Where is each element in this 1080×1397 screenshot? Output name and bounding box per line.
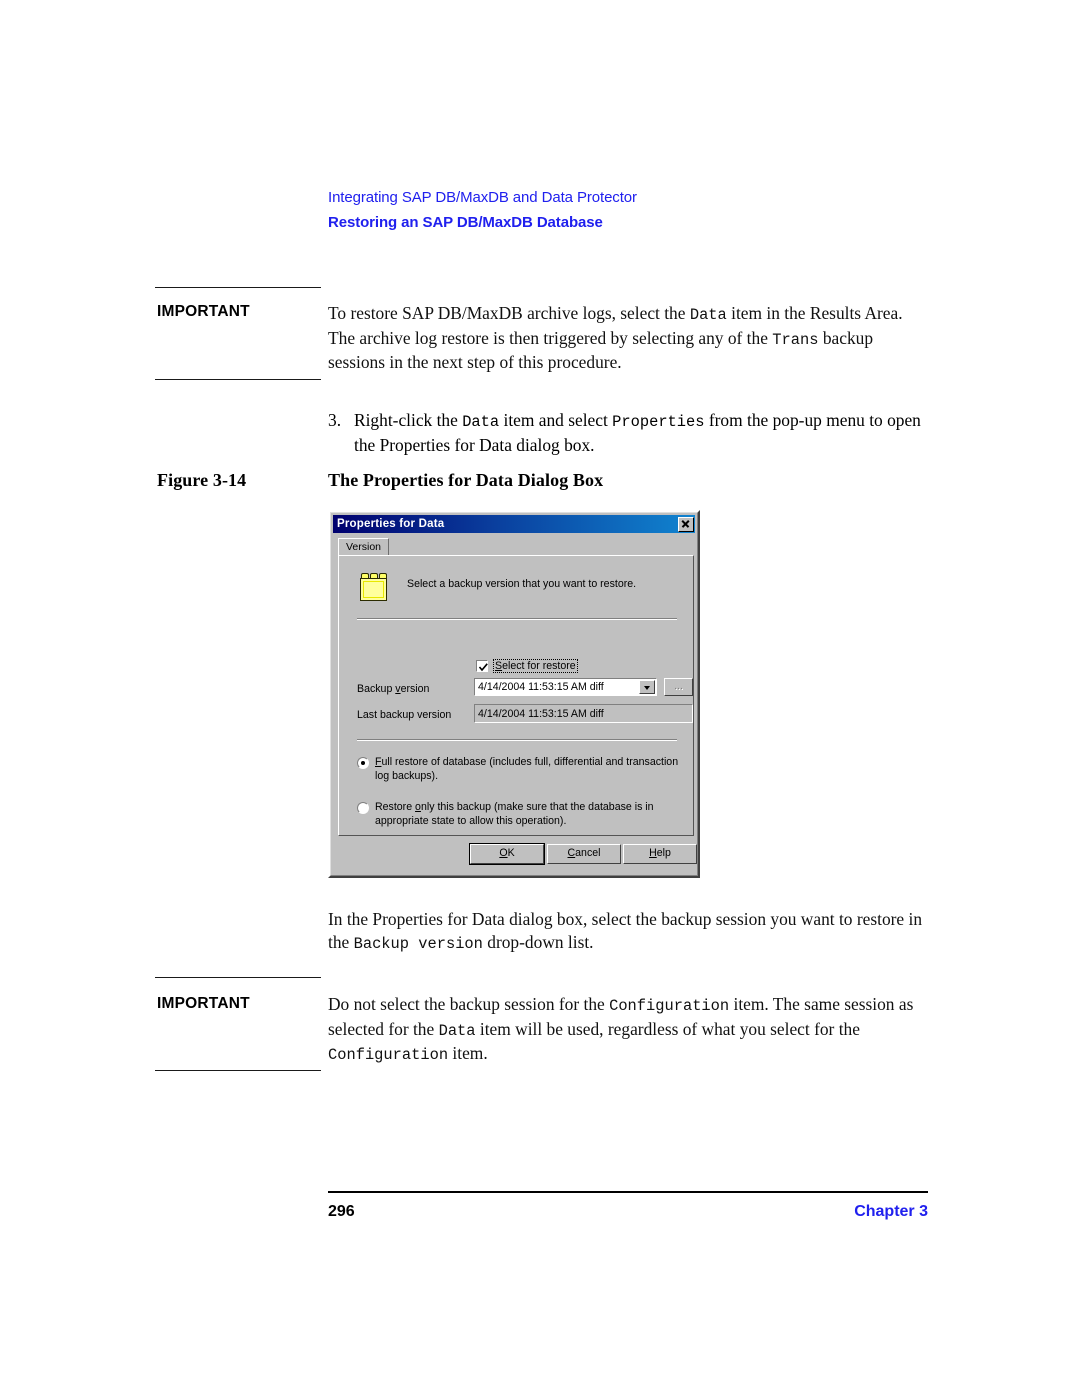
last-backup-version-label: Last backup version <box>357 709 452 721</box>
note2-part4: item. <box>448 1043 488 1064</box>
separator-bottom <box>357 739 677 741</box>
help-mnemonic: H <box>649 847 657 859</box>
running-head: Integrating SAP DB/MaxDB and Data Protec… <box>328 188 938 234</box>
last-backup-version-value: 4/14/2004 11:53:15 AM diff <box>474 704 693 723</box>
radio-restore-only-label: Restore only this backup (make sure that… <box>375 801 687 828</box>
step-code-data: Data <box>462 413 500 431</box>
important-label-2: IMPORTANT <box>157 995 250 1012</box>
footer-rule <box>328 1191 928 1193</box>
after-fig-code-backup-version: Backup version <box>353 934 483 953</box>
important-label-1: IMPORTANT <box>157 303 250 320</box>
note2-part3: item will be used, regardless of what yo… <box>475 1018 860 1039</box>
backup-version-combobox[interactable]: 4/14/2004 11:53:15 AM diff <box>474 678 657 696</box>
procedure-step-3: 3. Right-click the Data item and select … <box>328 409 928 456</box>
note2-code-config-2: Configuration <box>328 1046 449 1065</box>
important-note-2: Do not select the backup session for the… <box>328 993 928 1067</box>
radio1-text: ull restore of database (includes full, … <box>375 756 679 782</box>
radio-full-restore-dot[interactable] <box>357 757 369 769</box>
note2-rule-top <box>155 977 321 978</box>
step-part2: item and select <box>499 410 613 430</box>
note1-code-data: Data <box>689 306 727 324</box>
tab-panel-version: Select a backup version that you want to… <box>338 555 694 836</box>
checkbox-label-rest: elect for restore <box>502 660 576 672</box>
chapter-label: Chapter 3 <box>854 1203 928 1220</box>
cancel-button[interactable]: Cancel <box>547 844 621 864</box>
backup-version-label: Backup version <box>357 683 429 695</box>
help-rest: elp <box>656 847 671 859</box>
figure-label: Figure 3-14 <box>157 470 247 490</box>
after-figure-paragraph: In the Properties for Data dialog box, s… <box>328 908 928 955</box>
radio-full-restore-label: Full restore of database (includes full,… <box>375 756 687 783</box>
ok-rest: K <box>507 847 515 859</box>
radio-full-restore[interactable]: Full restore of database (includes full,… <box>357 756 687 783</box>
select-for-restore-checkbox[interactable] <box>476 660 488 672</box>
backup-version-value: 4/14/2004 11:53:15 AM diff <box>478 681 604 693</box>
radio-restore-only-dot[interactable] <box>357 802 369 814</box>
separator-top <box>357 618 677 620</box>
step-text: Right-click the Data item and select Pro… <box>354 409 928 456</box>
select-for-restore-row[interactable]: Select for restore <box>476 659 578 673</box>
step-number: 3. <box>328 410 342 430</box>
ok-mnemonic: O <box>499 847 508 859</box>
dialog-button-row: OK Cancel Help <box>330 842 698 872</box>
note-rule-top <box>155 287 321 288</box>
backup-folder-icon <box>359 573 389 602</box>
chevron-down-icon[interactable] <box>639 680 655 694</box>
dialog-instruction: Select a backup version that you want to… <box>407 578 637 590</box>
note2-code-config-1: Configuration <box>609 997 730 1015</box>
close-icon[interactable] <box>678 516 694 532</box>
important-note-1: To restore SAP DB/MaxDB archive logs, se… <box>328 302 928 374</box>
cancel-rest: ancel <box>575 847 601 859</box>
note1-text-part1: To restore SAP DB/MaxDB archive logs, se… <box>328 303 690 323</box>
radio2-pre: Restore <box>375 801 416 813</box>
note-rule-bottom <box>155 379 321 380</box>
select-for-restore-label: Select for restore <box>493 659 578 673</box>
help-button[interactable]: Help <box>623 844 697 864</box>
note1-code-trans: Trans <box>772 330 819 349</box>
document-page: Integrating SAP DB/MaxDB and Data Protec… <box>0 0 1080 1397</box>
note2-code-data: Data <box>438 1021 476 1040</box>
dialog-title-bar: Properties for Data <box>333 515 695 533</box>
step-code-properties: Properties <box>612 413 705 431</box>
folder-icon-body <box>360 578 387 601</box>
note2-rule-bottom <box>155 1070 321 1071</box>
tab-version[interactable]: Version <box>338 538 390 556</box>
backup-version-label-pre: Backup <box>357 683 396 695</box>
cancel-mnemonic: C <box>567 847 576 859</box>
figure-title: The Properties for Data Dialog Box <box>328 470 604 490</box>
running-head-section: Integrating SAP DB/MaxDB and Data Protec… <box>328 189 637 206</box>
checkmark-icon <box>478 662 488 671</box>
radio-restore-only-this-backup[interactable]: Restore only this backup (make sure that… <box>357 801 687 828</box>
tab-strip: Version <box>338 538 694 556</box>
backup-version-label-post: ersion <box>400 683 430 695</box>
dialog-title: Properties for Data <box>337 518 445 530</box>
running-head-subsection: Restoring an SAP DB/MaxDB Database <box>328 214 603 231</box>
note2-part1: Do not select the backup session for the <box>328 994 610 1014</box>
ok-button[interactable]: OK <box>469 843 545 865</box>
properties-for-data-dialog: Properties for Data Version Select a bac… <box>328 510 700 878</box>
after-fig-part2: drop-down list. <box>482 931 594 952</box>
step-part1: Right-click the <box>354 410 463 430</box>
browse-button[interactable]: ... <box>664 678 693 696</box>
